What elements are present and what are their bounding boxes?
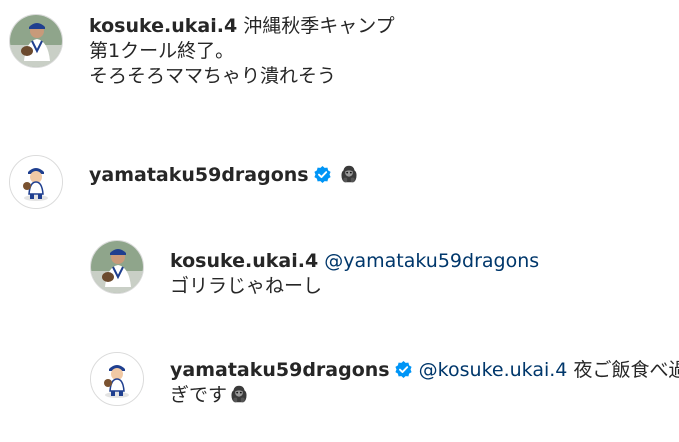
- comment-text: 第1クール終了。: [89, 40, 235, 62]
- comment-item: yamataku59dragons: [9, 155, 360, 209]
- username[interactable]: kosuke.ukai.4: [89, 15, 237, 37]
- cartoon-player-icon: [10, 156, 62, 208]
- mention-link[interactable]: @yamataku59dragons: [324, 250, 539, 272]
- player-photo-icon: [91, 241, 143, 293]
- verified-badge-icon: [314, 165, 331, 184]
- gorilla-emoji-icon: [341, 165, 357, 183]
- mention-link[interactable]: @kosuke.ukai.4: [419, 359, 568, 381]
- avatar[interactable]: [9, 155, 63, 209]
- reply-item: yamataku59dragons @kosuke.ukai.4 夜ご飯食べ過 …: [90, 352, 679, 408]
- comment-text: 沖縄秋季キャンプ: [243, 15, 395, 37]
- username[interactable]: kosuke.ukai.4: [170, 250, 318, 272]
- avatar[interactable]: [90, 240, 144, 294]
- avatar[interactable]: [9, 14, 63, 68]
- comment-text: ぎです: [170, 384, 228, 406]
- avatar[interactable]: [90, 352, 144, 406]
- reply-item: kosuke.ukai.4 @yamataku59dragons ゴリラじゃねー…: [90, 240, 539, 299]
- comment-text: ゴリラじゃねーし: [170, 275, 323, 297]
- username[interactable]: yamataku59dragons: [89, 164, 309, 186]
- gorilla-emoji-icon: [231, 385, 247, 403]
- comment-text: そろそろママちゃり潰れそう: [89, 65, 337, 87]
- verified-badge-icon: [395, 360, 412, 379]
- comment-item: kosuke.ukai.4 沖縄秋季キャンプ 第1クール終了。 そろそろママちゃ…: [9, 14, 395, 89]
- player-photo-icon: [10, 15, 62, 67]
- cartoon-player-icon: [91, 353, 143, 405]
- username[interactable]: yamataku59dragons: [170, 359, 390, 381]
- comment-text: 夜ご飯食べ過: [573, 359, 679, 381]
